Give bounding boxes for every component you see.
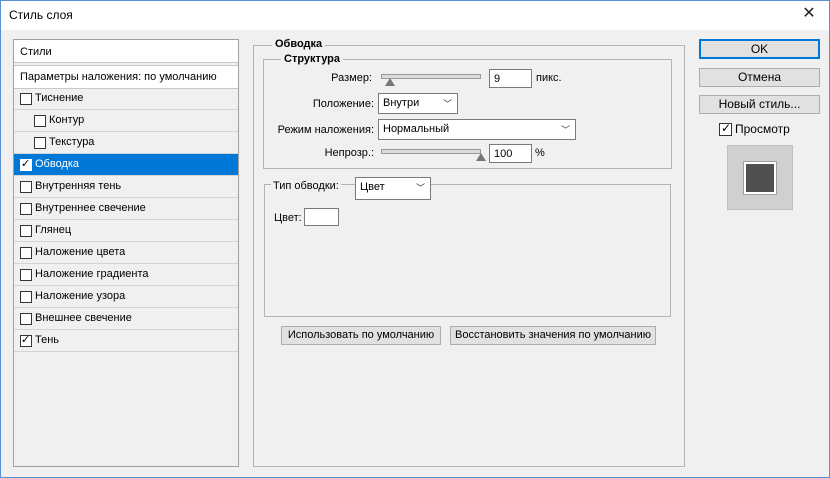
style-checkbox[interactable] (20, 313, 32, 325)
style-item-label: Наложение градиента (35, 268, 149, 280)
style-item-label: Тиснение (35, 92, 84, 104)
preview-label: Просмотр (735, 122, 790, 136)
style-item[interactable]: Глянец (14, 220, 238, 242)
preview-checkbox[interactable] (719, 121, 732, 136)
structure-title: Структура (281, 53, 343, 65)
style-checkbox[interactable] (34, 115, 46, 127)
style-item[interactable]: Наложение узора (14, 286, 238, 308)
size-label: Размер: (331, 72, 372, 84)
color-swatch[interactable] (304, 208, 339, 226)
position-select[interactable]: Внутри ﹀ (378, 93, 458, 114)
style-item[interactable]: Текстура (14, 132, 238, 154)
style-item-label: Внешнее свечение (35, 312, 132, 324)
opacity-unit: % (535, 147, 545, 159)
make-default-button[interactable]: Использовать по умолчанию (281, 326, 441, 345)
color-label: Цвет: (274, 212, 302, 224)
size-unit: пикс. (536, 72, 562, 84)
fill-type-label: Тип обводки: (271, 180, 341, 192)
blending-options-item[interactable]: Параметры наложения: по умолчанию (14, 65, 238, 89)
stroke-group: Обводка Структура Размер: 9 пикс. Положе… (253, 38, 685, 467)
blend-mode-select[interactable]: Нормальный ﹀ (378, 119, 576, 140)
layer-style-dialog: Стиль слоя ✕ Стили Параметры наложения: … (0, 0, 830, 478)
style-item[interactable]: Контур (14, 110, 238, 132)
stroke-title: Обводка (272, 38, 326, 50)
style-checkbox[interactable] (20, 269, 32, 281)
fill-type-group: Тип обводки: Цвет ﹀ Цвет: (264, 177, 671, 317)
fill-type-value: Цвет (360, 181, 385, 193)
style-item[interactable]: Наложение цвета (14, 242, 238, 264)
size-slider[interactable] (381, 74, 481, 79)
style-item[interactable]: Тиснение (14, 88, 238, 110)
style-item[interactable]: Внутренняя тень (14, 176, 238, 198)
style-checkbox[interactable] (20, 157, 32, 171)
style-checkbox[interactable] (34, 137, 46, 149)
cancel-button[interactable]: Отмена (699, 68, 820, 87)
title-bar: Стиль слоя ✕ (1, 1, 829, 30)
style-item-label: Внутреннее свечение (35, 202, 146, 214)
style-checkbox[interactable] (20, 291, 32, 303)
reset-default-button[interactable]: Восстановить значения по умолчанию (450, 326, 656, 345)
size-input[interactable]: 9 (489, 69, 532, 88)
style-item-label: Тень (35, 334, 60, 346)
styles-header[interactable]: Стили (14, 40, 238, 63)
position-label: Положение: (312, 98, 374, 110)
preview-swatch (744, 162, 776, 194)
style-checkbox[interactable] (20, 203, 32, 215)
opacity-label: Непрозр.: (324, 147, 374, 159)
style-item[interactable]: Внутреннее свечение (14, 198, 238, 220)
chevron-down-icon: ﹀ (415, 183, 425, 193)
style-checkbox[interactable] (20, 247, 32, 259)
structure-group: Структура Размер: 9 пикс. Положение: Вну… (263, 53, 672, 169)
chevron-down-icon: ﹀ (442, 99, 452, 109)
style-item-label: Текстура (49, 136, 95, 148)
ok-button[interactable]: OK (699, 39, 820, 59)
style-item[interactable]: Наложение градиента (14, 264, 238, 286)
fill-type-select[interactable]: Цвет ﹀ (355, 177, 431, 200)
size-slider-thumb[interactable] (385, 78, 395, 86)
opacity-slider[interactable] (381, 149, 481, 154)
preview-thumbnail (727, 145, 793, 210)
opacity-input[interactable]: 100 (489, 144, 532, 163)
style-checkbox[interactable] (20, 333, 32, 347)
style-item-label: Контур (49, 114, 85, 126)
style-item-label: Наложение узора (35, 290, 126, 302)
close-icon[interactable]: ✕ (799, 4, 819, 24)
style-checkbox[interactable] (20, 225, 32, 237)
style-checkbox[interactable] (20, 181, 32, 193)
blend-mode-value: Нормальный (383, 123, 450, 135)
styles-header-label: Стили (20, 46, 52, 58)
style-item-label: Наложение цвета (35, 246, 126, 258)
blend-mode-label: Режим наложения: (277, 124, 374, 136)
style-item-label: Обводка (35, 158, 80, 170)
style-item-label: Внутренняя тень (35, 180, 122, 192)
opacity-slider-thumb[interactable] (476, 153, 486, 161)
chevron-down-icon: ﹀ (560, 125, 570, 135)
styles-list: Стили Параметры наложения: по умолчанию … (13, 39, 239, 467)
style-item[interactable]: Внешнее свечение (14, 308, 238, 330)
style-item-label: Глянец (35, 224, 72, 236)
position-value: Внутри (383, 97, 420, 109)
new-style-button[interactable]: Новый стиль... (699, 95, 820, 114)
window-title: Стиль слоя (9, 8, 73, 22)
style-item[interactable]: Тень (14, 330, 238, 352)
style-item[interactable]: Обводка (14, 154, 238, 176)
style-checkbox[interactable] (20, 93, 32, 105)
blending-options-label: Параметры наложения: по умолчанию (20, 71, 217, 83)
